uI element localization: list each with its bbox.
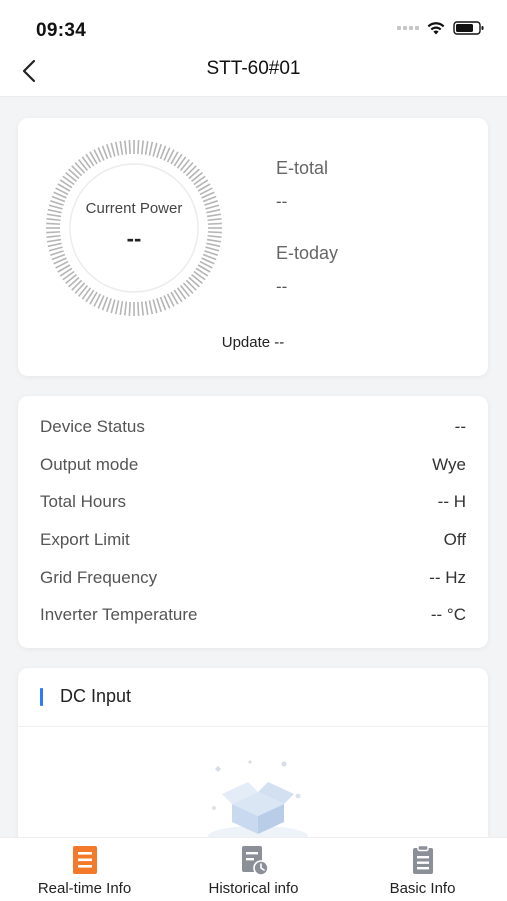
row-value: Wye [432,455,466,474]
tab-historical-info[interactable]: Historical info [169,844,338,900]
gauge-tick [128,301,131,316]
battery-icon [453,21,484,35]
page-title: STT-60#01 [206,58,301,79]
gauge-tick [119,300,124,316]
realtime-list-icon [72,846,97,874]
gauge-tick [114,141,120,156]
tab-label: Historical info [208,880,299,897]
gauge-tick [124,140,128,155]
row-label: Inverter Temperature [40,605,198,624]
row-value: -- Hz [429,568,466,587]
gauge-tick [106,144,112,158]
gauge-tick [207,218,222,222]
tab-label: Real-time Info [37,880,132,897]
wifi-icon [427,22,445,35]
status-icons [397,20,485,36]
tab-realtime-info[interactable]: Real-time Info [0,844,169,900]
gauge-tick [110,142,116,157]
row-label: Total Hours [40,492,126,511]
gauge-tick [144,300,149,316]
row-value: Off [443,530,466,549]
power-card: Current Power -- E-total -- E-today -- U… [18,118,488,376]
current-power-value: -- [126,226,142,251]
gauge-tick [46,218,61,222]
status-row-device-status: Device Status -- [40,412,466,442]
history-clock-icon [241,846,269,876]
status-row-inverter-temperature: Inverter Temperature -- °C [40,600,466,630]
tab-basic-info[interactable]: Basic Info [338,844,507,900]
gauge-tick [140,140,144,155]
gauge-tick [128,140,131,155]
row-label: Device Status [40,417,145,436]
status-bar: 09:34 [0,0,507,46]
dc-input-title: DC Input [60,686,132,706]
gauge-tick [207,222,222,225]
empty-box-icon [208,760,308,844]
clipboard-icon [412,844,433,874]
gauge-tick [148,141,154,156]
row-label: Export Limit [40,530,130,549]
gauge-tick [148,300,154,315]
etotal-label: E-total [276,158,329,178]
row-label: Grid Frequency [40,568,158,587]
gauge-tick [119,140,124,156]
row-value: -- °C [430,605,466,624]
status-time: 09:34 [36,20,87,41]
gauge-tick [114,300,120,315]
status-row-grid-frequency: Grid Frequency -- Hz [40,563,466,593]
dc-input-header: DC Input [18,668,488,727]
etotal-value: -- [276,192,288,211]
current-power-label: Current Power [85,200,183,217]
row-label: Output mode [40,455,139,474]
gauge-tick [140,301,144,316]
etoday-label: E-today [276,243,339,263]
etoday-value: -- [276,277,288,296]
gauge-tick [106,298,112,312]
cellular-signal-icon [397,26,419,30]
gauge-tick [137,301,140,316]
nav-bar: STT-60#01 [0,46,507,97]
row-value: -- H [437,492,466,511]
bottom-tab-bar: Real-time Info Historical info Basic Inf… [0,837,507,901]
tab-label: Basic Info [389,880,456,897]
gauge-tick [137,140,140,155]
gauge-tick [110,299,116,314]
section-accent-bar [40,688,43,706]
status-row-export-limit: Export Limit Off [40,525,466,555]
gauge-tick [46,222,61,225]
gauge-tick [124,301,128,316]
gauge-tick [152,299,158,314]
gauge-tick [156,298,162,312]
device-status-card: Device Status -- Output mode Wye Total H… [18,396,488,648]
status-row-total-hours: Total Hours -- H [40,487,466,517]
status-row-output-mode: Output mode Wye [40,450,466,480]
gauge-tick [144,140,149,156]
row-value: -- [454,417,466,436]
update-timestamp: Update -- [221,334,285,351]
gauge-tick [152,142,158,157]
gauge-tick [156,144,162,158]
